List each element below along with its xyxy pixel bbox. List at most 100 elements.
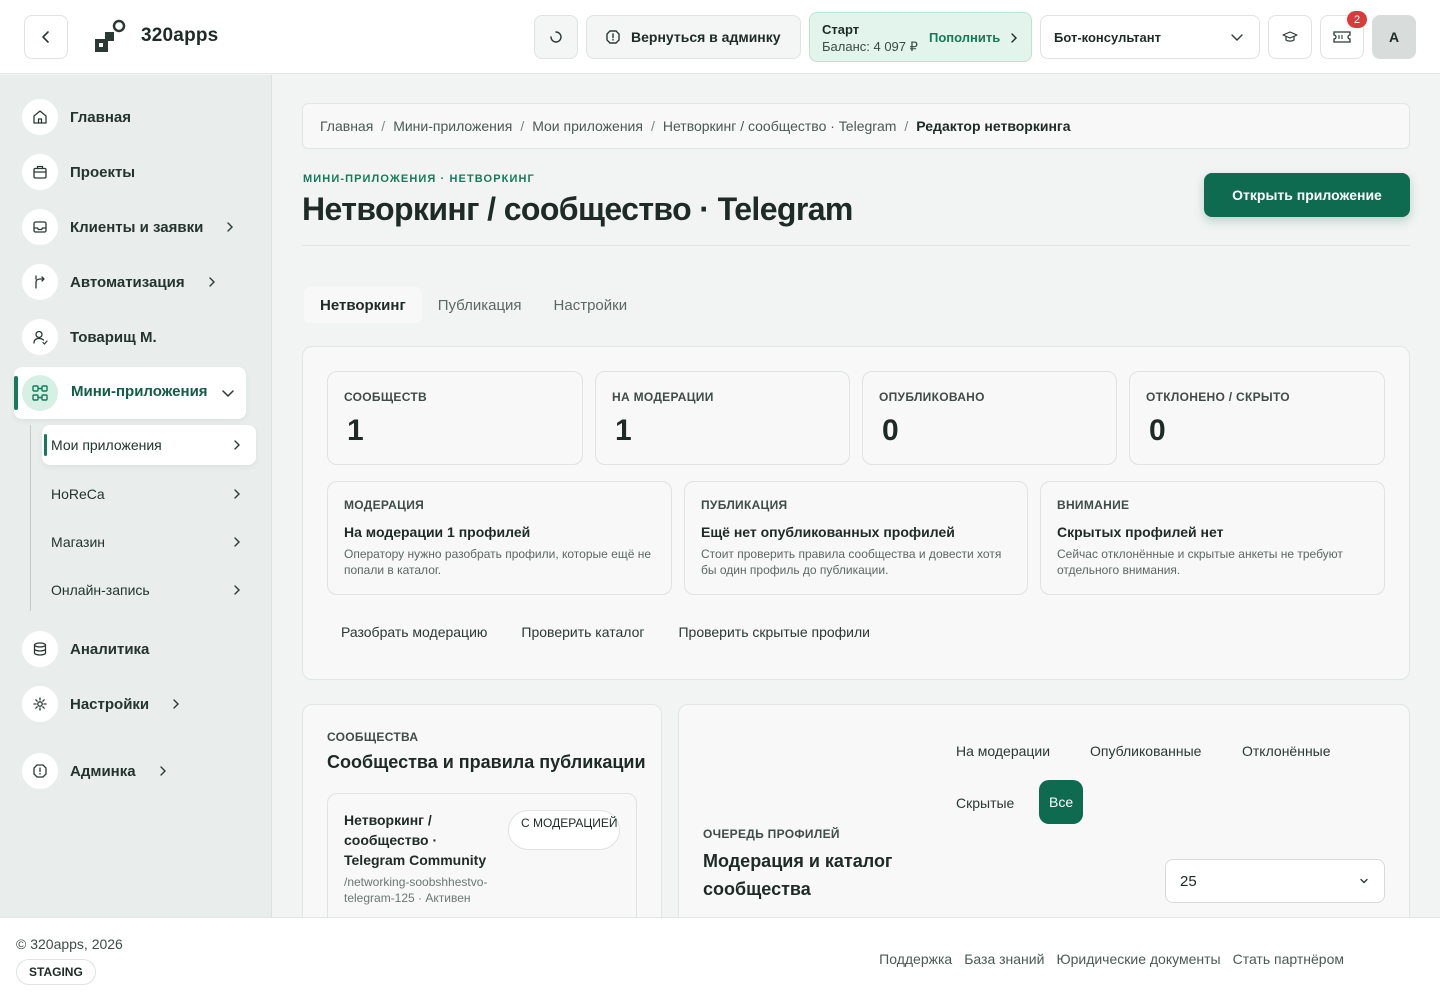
sidebar-subitem-my-apps[interactable]: Мои приложения	[42, 425, 256, 465]
tab-publication[interactable]: Публикация	[422, 287, 538, 323]
tab-networking[interactable]: Нетворкинг	[304, 287, 422, 323]
sidebar-item-analytics[interactable]: Аналитика	[22, 631, 149, 667]
inbox-icon	[22, 209, 58, 245]
open-app-button[interactable]: Открыть приложение	[1204, 173, 1410, 217]
filter-all[interactable]: Все	[1039, 780, 1084, 824]
page-title: Нетворкинг / сообщество · Telegram	[302, 191, 853, 227]
refresh-button[interactable]	[534, 15, 578, 59]
top-header: 320apps Вернуться в админку Старт Баланс…	[0, 0, 1440, 74]
topup-button[interactable]: Пополнить	[929, 30, 1020, 45]
breadcrumb-separator: /	[904, 118, 909, 134]
stat-value: 1	[615, 414, 632, 447]
copyright: © 320apps, 2026	[16, 936, 123, 952]
footer-link-partner[interactable]: Стать партнёром	[1233, 951, 1344, 967]
ticket-icon	[1333, 31, 1351, 43]
stat-card-published: ОПУБЛИКОВАНО 0	[862, 371, 1117, 465]
chevron-right-icon	[1011, 32, 1018, 43]
balance-widget: Старт Баланс: 4 097 ₽ Пополнить	[809, 12, 1032, 62]
sidebar-item-mini-apps[interactable]: Мини-приложения	[14, 367, 246, 419]
chevron-right-icon	[234, 537, 240, 547]
chevron-right-icon	[234, 440, 240, 450]
profile-queue-panel: На модерации Опубликованные Отклонённые …	[678, 704, 1410, 917]
sidebar-subitem-booking[interactable]: Онлайн-запись	[42, 570, 256, 610]
user-icon	[22, 319, 58, 355]
learning-button[interactable]	[1268, 15, 1312, 59]
check-catalog-link[interactable]: Проверить каталог	[521, 624, 644, 640]
breadcrumb-link[interactable]: Нетворкинг / сообщество · Telegram	[663, 118, 897, 134]
sidebar-item-label: Админка	[70, 762, 136, 780]
section-label: ОЧЕРЕДЬ ПРОФИЛЕЙ	[703, 827, 840, 841]
chevron-left-icon	[42, 31, 49, 43]
sidebar-item-clients[interactable]: Клиенты и заявки	[22, 209, 237, 245]
sidebar-subitem-shop[interactable]: Магазин	[42, 522, 256, 562]
chevron-right-icon	[159, 766, 166, 776]
breadcrumb-link[interactable]: Главная	[320, 118, 373, 134]
stat-label: ОПУБЛИКОВАНО	[879, 390, 985, 404]
breadcrumb-link[interactable]: Мини-приложения	[393, 118, 512, 134]
chevron-down-icon	[1231, 34, 1243, 41]
info-label: МОДЕРАЦИЯ	[344, 498, 425, 512]
sidebar-subitem-horeca[interactable]: HoReCa	[42, 474, 256, 514]
page-size-value: 25	[1180, 872, 1197, 890]
balance-amount: Баланс: 4 097 ₽	[822, 39, 918, 54]
moderation-badge: С МОДЕРАЦИЕЙ	[508, 810, 620, 850]
community-card[interactable]: Нетворкинг / сообщество · Telegram Commu…	[327, 793, 637, 917]
chevron-right-icon	[234, 489, 240, 499]
breadcrumb-current: Редактор нетворкинга	[916, 118, 1071, 134]
info-label: ПУБЛИКАЦИЯ	[701, 498, 788, 512]
sidebar-subitem-label: HoReCa	[51, 486, 105, 502]
stat-label: ОТКЛОНЕНО / СКРЫТО	[1146, 390, 1290, 404]
bot-select[interactable]: Бот-консультант	[1040, 15, 1260, 59]
filter-rejected[interactable]: Отклонённые	[1242, 733, 1331, 769]
topup-label: Пополнить	[929, 30, 1001, 45]
page-eyebrow: МИНИ-ПРИЛОЖЕНИЯ · НЕТВОРКИНГ	[303, 173, 535, 185]
info-card-moderation: МОДЕРАЦИЯ На модерации 1 профилей Операт…	[327, 481, 672, 595]
sidebar-item-comrade[interactable]: Товарищ М.	[22, 319, 157, 355]
sidebar-item-label: Главная	[70, 108, 132, 126]
review-moderation-link[interactable]: Разобрать модерацию	[341, 624, 487, 640]
database-icon	[22, 631, 58, 667]
filter-moderation[interactable]: На модерации	[956, 733, 1050, 769]
sidebar-item-label: Клиенты и заявки	[70, 218, 204, 236]
home-icon	[22, 99, 58, 135]
chevron-down-icon	[1360, 878, 1368, 884]
breadcrumb-link[interactable]: Мои приложения	[532, 118, 643, 134]
briefcase-icon	[22, 154, 58, 190]
sidebar-item-label: Аналитика	[70, 640, 150, 658]
footer: © 320apps, 2026 STAGING Поддержка База з…	[0, 917, 1440, 1000]
divider	[302, 245, 1410, 246]
stat-value: 0	[1149, 414, 1166, 447]
tab-settings[interactable]: Настройки	[538, 287, 644, 323]
quick-actions: Разобрать модерацию Проверить каталог Пр…	[341, 624, 870, 640]
sidebar-item-admin[interactable]: Админка	[22, 753, 170, 789]
sidebar-item-settings[interactable]: Настройки	[22, 686, 183, 722]
sidebar-item-automation[interactable]: Автоматизация	[22, 264, 219, 300]
back-button[interactable]	[24, 15, 68, 59]
page-size-select[interactable]: 25	[1165, 859, 1385, 903]
sidebar-subitem-label: Онлайн-запись	[51, 582, 150, 598]
check-hidden-profiles-link[interactable]: Проверить скрытые профили	[678, 624, 870, 640]
communities-panel: СООБЩЕСТВА Сообщества и правила публикац…	[302, 704, 662, 917]
filter-published[interactable]: Опубликованные	[1090, 733, 1201, 769]
footer-link-knowledge-base[interactable]: База знаний	[964, 951, 1044, 967]
notification-badge: 2	[1347, 11, 1367, 28]
footer-link-legal[interactable]: Юридические документы	[1056, 951, 1220, 967]
sidebar-item-label: Автоматизация	[70, 273, 185, 291]
stat-value: 1	[347, 414, 364, 447]
info-text: Стоит проверить правила сообщества и дов…	[701, 547, 1002, 577]
footer-link-support[interactable]: Поддержка	[879, 951, 952, 967]
stat-card-moderation: НА МОДЕРАЦИИ 1	[595, 371, 850, 465]
sidebar: Главная Проекты Клиенты и заявки Автомат…	[0, 75, 272, 917]
overview-panel: СООБЩЕСТВ 1 НА МОДЕРАЦИИ 1 ОПУБЛИКОВАНО …	[302, 346, 1410, 680]
apps-icon	[22, 375, 58, 411]
info-card-attention: ВНИМАНИЕ Скрытых профилей нет Сейчас отк…	[1040, 481, 1385, 595]
sidebar-item-projects[interactable]: Проекты	[22, 154, 135, 190]
filter-hidden[interactable]: Скрытые	[956, 785, 1014, 821]
brand-name: 320apps	[141, 25, 219, 46]
stat-value: 0	[882, 414, 899, 447]
back-to-admin-button[interactable]: Вернуться в админку	[586, 15, 801, 59]
user-avatar[interactable]: A	[1372, 15, 1416, 59]
section-heading: Сообщества и правила публикации	[327, 752, 646, 772]
sidebar-item-home[interactable]: Главная	[22, 99, 131, 135]
bot-select-value: Бот-консультант	[1054, 29, 1161, 45]
